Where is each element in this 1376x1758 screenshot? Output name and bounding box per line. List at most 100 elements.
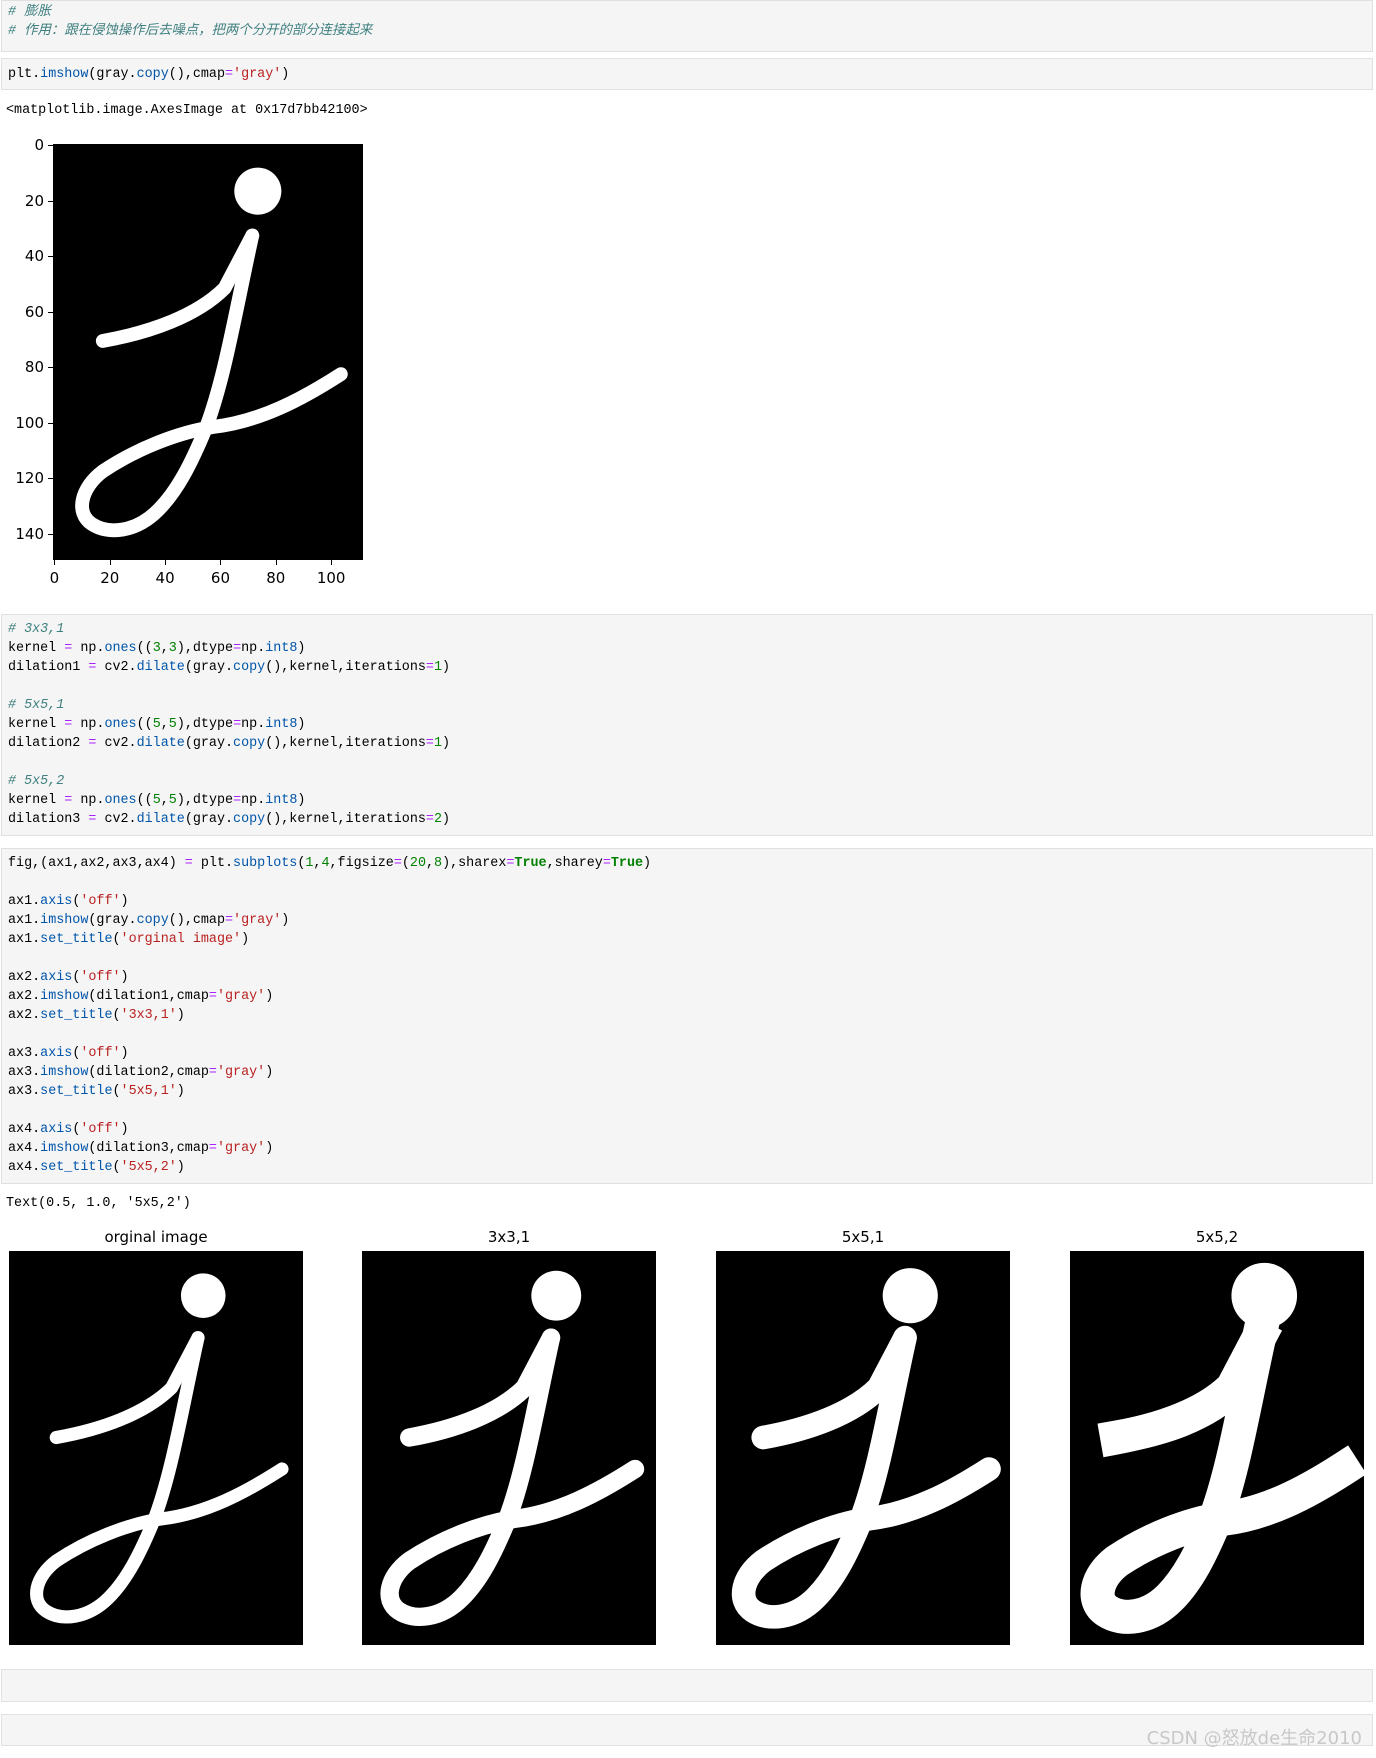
ytick-label: 40	[24, 247, 44, 266]
code-token: (),kernel,iterations	[265, 660, 426, 675]
code-token: 5	[152, 793, 161, 808]
empty-code-cell[interactable]	[1, 1669, 1373, 1702]
code-cell-dilate[interactable]: # 3x3,1 kernel = np.ones((3,3),dtype=np.i…	[1, 614, 1373, 836]
code-token: ones	[104, 641, 137, 656]
code-token: )	[442, 660, 451, 675]
code-line: kernel = np.ones((5,5),dtype=np.int8)	[8, 791, 305, 810]
code-token: =	[602, 856, 611, 871]
code-token: dilate	[136, 736, 185, 751]
code-token: # 5x5,2	[8, 774, 65, 789]
code-token: ax3.	[8, 1084, 41, 1099]
code-cell-subplots[interactable]: fig,(ax1,ax2,ax3,ax4) = plt.subplots(1,4…	[1, 848, 1373, 1184]
ytick-label: 100	[15, 413, 44, 432]
code-token: )	[120, 1046, 129, 1061]
ytick-mark	[48, 367, 53, 369]
code-line: ax1.imshow(gray.copy(),cmap='gray')	[8, 911, 289, 930]
code-token: ax2.	[8, 1008, 41, 1023]
code-token: axis	[40, 894, 73, 909]
glyph-dot	[882, 1268, 938, 1324]
code-token: (gray.	[88, 913, 137, 928]
code-token: cv2.	[96, 660, 137, 675]
code-line: kernel = np.ones((3,3),dtype=np.int8)	[8, 639, 305, 658]
code-token: dilation1	[8, 660, 89, 675]
code-token: 'off'	[80, 970, 121, 985]
code-token: copy	[233, 660, 266, 675]
ytick-label: 20	[24, 191, 44, 210]
code-token: True	[514, 856, 547, 871]
ytick-label: 0	[34, 136, 44, 155]
code-token: int8	[265, 793, 298, 808]
code-cell-comment[interactable]: # 膨胀 # 作用：跟在侵蚀操作后去噪点，把两个分开的部分连接起来	[1, 0, 1373, 52]
code-token: 8	[434, 856, 443, 871]
code-token: 'gray'	[233, 67, 282, 82]
code-token: set_title	[40, 1084, 113, 1099]
code-token: 1	[433, 660, 442, 675]
code-token: )	[120, 970, 129, 985]
code-token: 5	[152, 717, 161, 732]
code-token: 'orginal image'	[120, 932, 242, 947]
code-token: copy	[233, 736, 266, 751]
code-token: )	[297, 717, 306, 732]
code-token: )	[442, 812, 451, 827]
code-token: set_title	[40, 932, 113, 947]
code-token: 'off'	[80, 1122, 121, 1137]
code-token: )	[281, 913, 290, 928]
code-token: np.	[72, 641, 105, 656]
ytick-mark	[48, 533, 53, 535]
xtick-mark	[165, 560, 167, 565]
code-token: =	[208, 1065, 217, 1080]
ytick-label: 80	[24, 358, 44, 377]
code-token: imshow	[40, 1141, 89, 1156]
code-token: =	[208, 1141, 217, 1156]
code-token: ax4.	[8, 1122, 41, 1137]
code-token: (	[401, 856, 410, 871]
code-token: ,sharey	[546, 856, 603, 871]
code-line: ax4.axis('off')	[8, 1120, 129, 1139]
code-token: 4	[321, 856, 330, 871]
output-axesimage: <matplotlib.image.AxesImage at 0x17d7bb4…	[6, 103, 368, 118]
code-token: ax4.	[8, 1141, 41, 1156]
code-token: =	[233, 793, 242, 808]
code-token: plt.	[192, 856, 234, 871]
output-text-repr: Text(0.5, 1.0, '5x5,2')	[6, 1196, 191, 1211]
code-token: (	[112, 1008, 121, 1023]
code-token: (dilation3,cmap	[88, 1141, 209, 1156]
code-token: )	[265, 1141, 274, 1156]
code-token: ),sharex	[442, 856, 507, 871]
code-token: )	[281, 67, 290, 82]
code-line: # 作用：跟在侵蚀操作后去噪点，把两个分开的部分连接起来	[8, 22, 372, 41]
code-token: )	[297, 793, 306, 808]
code-token: ),dtype	[176, 717, 234, 732]
code-token: 'gray'	[233, 913, 282, 928]
code-token: np.	[241, 641, 266, 656]
code-token: int8	[265, 717, 298, 732]
ytick-label: 60	[24, 302, 44, 321]
code-token: ax1.	[8, 894, 41, 909]
code-token: int8	[265, 641, 298, 656]
code-token: np.	[241, 717, 266, 732]
code-token: kernel	[8, 717, 65, 732]
ytick-mark	[48, 422, 53, 424]
code-token: 'gray'	[216, 989, 266, 1004]
xtick-label: 20	[100, 569, 120, 587]
code-cell-imshow[interactable]: plt.imshow(gray.copy(),cmap='gray')	[1, 58, 1373, 90]
code-line: ax4.set_title('5x5,2')	[8, 1158, 185, 1177]
code-token: ,figsize	[329, 856, 394, 871]
code-token: ax1.	[8, 913, 41, 928]
subplot-image	[716, 1251, 1010, 1645]
subplot-image	[362, 1251, 656, 1645]
code-token: (dilation1,cmap	[88, 989, 209, 1004]
code-token: (gray.	[88, 67, 137, 82]
code-token: (gray.	[184, 660, 234, 675]
code-line: kernel = np.ones((5,5),dtype=np.int8)	[8, 715, 305, 734]
code-token: ((	[136, 641, 153, 656]
ytick-label: 140	[15, 524, 44, 543]
code-line: # 5x5,2	[8, 772, 64, 791]
code-token: )	[442, 736, 451, 751]
xtick-mark	[275, 560, 277, 565]
code-line: dilation3 = cv2.dilate(gray.copy(),kerne…	[8, 810, 450, 829]
code-token: =	[393, 856, 402, 871]
ytick-mark	[48, 478, 53, 480]
code-token: copy	[233, 812, 266, 827]
code-token: fig,(ax1,ax2,ax3,ax4)	[8, 856, 185, 871]
